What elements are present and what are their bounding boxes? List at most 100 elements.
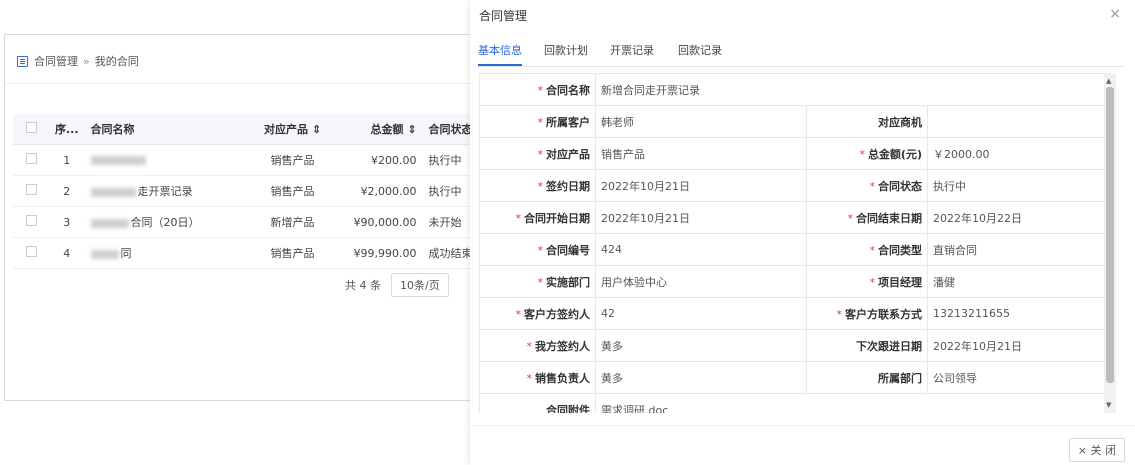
row-checkbox[interactable] xyxy=(25,153,37,164)
row-index: 2 xyxy=(49,175,85,207)
row-checkbox-cell[interactable] xyxy=(13,237,49,269)
row-name-cell[interactable]: 走开票记录 xyxy=(84,175,247,207)
row-amount: ¥99,990.00 xyxy=(338,237,423,269)
table-row[interactable]: 4 同 销售产品 ¥99,990.00 成功结束 xyxy=(13,237,470,269)
field-label: * 合同开始日期 xyxy=(479,201,596,234)
form-row: * 实施部门 用户体验中心 * 项目经理 潘健 xyxy=(479,265,1111,298)
customer-value: 韩老师 xyxy=(595,105,807,138)
field-label: * 所属客户 xyxy=(479,105,596,138)
field-label: 所属部门 xyxy=(806,361,928,394)
total-amount-value: ￥2000.00 xyxy=(927,137,1111,170)
contract-detail-modal: 合同管理 × 基本信息 回款计划 开票记录 回款记录 * 合同名称 新增合同走开票… xyxy=(470,0,1135,465)
row-checkbox-cell[interactable] xyxy=(13,144,49,176)
field-label: 对应商机 xyxy=(806,105,928,138)
form-row: * 签约日期 2022年10月21日 * 合同状态 执行中 xyxy=(479,169,1111,202)
customer-contact-value: 13213211655 xyxy=(927,297,1111,330)
customer-signer-value: 42 xyxy=(595,297,807,330)
redacted-text xyxy=(90,249,119,259)
row-checkbox[interactable] xyxy=(25,184,37,195)
footer-divider xyxy=(470,425,1135,426)
form-row: * 对应产品 销售产品 * 总金额(元) ￥2000.00 xyxy=(479,137,1111,170)
table-header-row: 序... 合同名称 对应产品 ⇕ 总金额 ⇕ 合同状态 xyxy=(13,114,470,145)
opportunity-value xyxy=(927,105,1111,138)
row-checkbox[interactable] xyxy=(25,246,37,257)
table-row[interactable]: 2 走开票记录 销售产品 ¥2,000.00 执行中 xyxy=(13,175,470,207)
field-label: * 合同类型 xyxy=(806,233,928,266)
form-row: * 我方签约人 黄多 下次跟进日期 2022年10月21日 xyxy=(479,329,1111,362)
field-label: 下次跟进日期 xyxy=(806,329,928,362)
field-label: * 对应产品 xyxy=(479,137,596,170)
form-row: * 合同名称 新增合同走开票记录 xyxy=(479,73,1111,106)
row-amount: ¥200.00 xyxy=(338,144,423,176)
contract-table: 序... 合同名称 对应产品 ⇕ 总金额 ⇕ 合同状态 1 销售产品 ¥200.… xyxy=(13,114,470,269)
form-scrollbar[interactable]: ▲ ▼ xyxy=(1104,73,1116,413)
tab-invoice-records[interactable]: 开票记录 xyxy=(610,44,654,64)
row-name-cell[interactable]: 同 xyxy=(84,237,247,269)
table-row[interactable]: 1 销售产品 ¥200.00 执行中 xyxy=(13,144,470,176)
row-status: 执行中 xyxy=(422,144,470,176)
form-row: * 所属客户 韩老师 对应商机 xyxy=(479,105,1111,138)
row-status: 成功结束 xyxy=(422,237,470,269)
end-date-value: 2022年10月22日 xyxy=(927,201,1111,234)
close-icon[interactable]: × xyxy=(1109,6,1121,22)
tab-basic-info[interactable]: 基本信息 xyxy=(478,44,522,66)
row-checkbox[interactable] xyxy=(25,215,37,226)
field-label: 合同附件 xyxy=(479,393,596,413)
row-checkbox-cell[interactable] xyxy=(13,206,49,238)
tab-payment-records[interactable]: 回款记录 xyxy=(678,44,722,64)
row-index: 1 xyxy=(49,144,85,176)
field-label: * 我方签约人 xyxy=(479,329,596,362)
form-table: * 合同名称 新增合同走开票记录 * 所属客户 韩老师 对应商机 * 对应产品 销售产… xyxy=(479,73,1111,413)
select-all-header[interactable] xyxy=(13,114,49,145)
form-row: * 销售负责人 黄多 所属部门 公司领导 xyxy=(479,361,1111,394)
form-row: * 合同编号 424 * 合同类型 直销合同 xyxy=(479,233,1111,266)
field-label: * 总金额(元) xyxy=(806,137,928,170)
col-status[interactable]: 合同状态 xyxy=(422,114,470,145)
divider xyxy=(5,83,470,84)
redacted-text xyxy=(90,156,146,165)
product-value: 销售产品 xyxy=(595,137,807,170)
pagination-total: 共 4 条 xyxy=(345,279,381,292)
row-index: 3 xyxy=(49,206,85,238)
sign-date-value: 2022年10月21日 xyxy=(595,169,807,202)
scroll-down-icon[interactable]: ▼ xyxy=(1106,401,1111,409)
field-label: * 项目经理 xyxy=(806,265,928,298)
form-row: 合同附件 需求调研.doc xyxy=(479,393,1111,413)
owner-dept-value: 公司领导 xyxy=(927,361,1111,394)
close-button[interactable]: × 关 闭 xyxy=(1068,438,1125,462)
page-size-select[interactable]: 10条/页 xyxy=(391,273,449,297)
basic-info-form: * 合同名称 新增合同走开票记录 * 所属客户 韩老师 对应商机 * 对应产品 销售产… xyxy=(479,73,1111,413)
pagination: 共 4 条 10条/页 xyxy=(345,273,449,297)
form-row: * 客户方签约人 42 * 客户方联系方式 13213211655 xyxy=(479,297,1111,330)
row-status: 执行中 xyxy=(422,175,470,207)
document-icon xyxy=(17,55,28,67)
contract-list-panel: 合同管理 » 我的合同 序... 合同名称 对应产品 ⇕ 总金额 ⇕ 合同状态 … xyxy=(4,34,471,401)
row-product: 销售产品 xyxy=(246,237,339,269)
tab-payment-plan[interactable]: 回款计划 xyxy=(544,44,588,64)
row-product: 销售产品 xyxy=(246,175,339,207)
row-product: 新增产品 xyxy=(246,206,339,238)
department-value: 用户体验中心 xyxy=(595,265,807,298)
attachment-link[interactable]: 需求调研.doc xyxy=(595,393,1111,413)
col-amount[interactable]: 总金额 ⇕ xyxy=(338,114,423,145)
select-all-checkbox[interactable] xyxy=(25,122,37,133)
type-value: 直销合同 xyxy=(927,233,1111,266)
scroll-thumb[interactable] xyxy=(1106,87,1114,383)
col-product[interactable]: 对应产品 ⇕ xyxy=(246,114,339,145)
scroll-up-icon[interactable]: ▲ xyxy=(1106,77,1111,85)
row-status: 未开始 xyxy=(422,206,470,238)
sales-owner-value: 黄多 xyxy=(595,361,807,394)
col-index[interactable]: 序... xyxy=(49,114,85,145)
breadcrumb-separator: » xyxy=(83,54,90,68)
row-amount: ¥90,000.00 xyxy=(338,206,423,238)
form-row: * 合同开始日期 2022年10月21日 * 合同结束日期 2022年10月22日 xyxy=(479,201,1111,234)
row-name-cell[interactable] xyxy=(84,144,247,176)
breadcrumb-root[interactable]: 合同管理 xyxy=(34,53,78,69)
table-row[interactable]: 3 合同（20日） 新增产品 ¥90,000.00 未开始 xyxy=(13,206,470,238)
row-checkbox-cell[interactable] xyxy=(13,175,49,207)
row-name-cell[interactable]: 合同（20日） xyxy=(84,206,247,238)
col-name[interactable]: 合同名称 xyxy=(84,114,247,145)
number-value: 424 xyxy=(595,233,807,266)
row-product: 销售产品 xyxy=(246,144,339,176)
contract-name-value: 新增合同走开票记录 xyxy=(595,73,1111,106)
